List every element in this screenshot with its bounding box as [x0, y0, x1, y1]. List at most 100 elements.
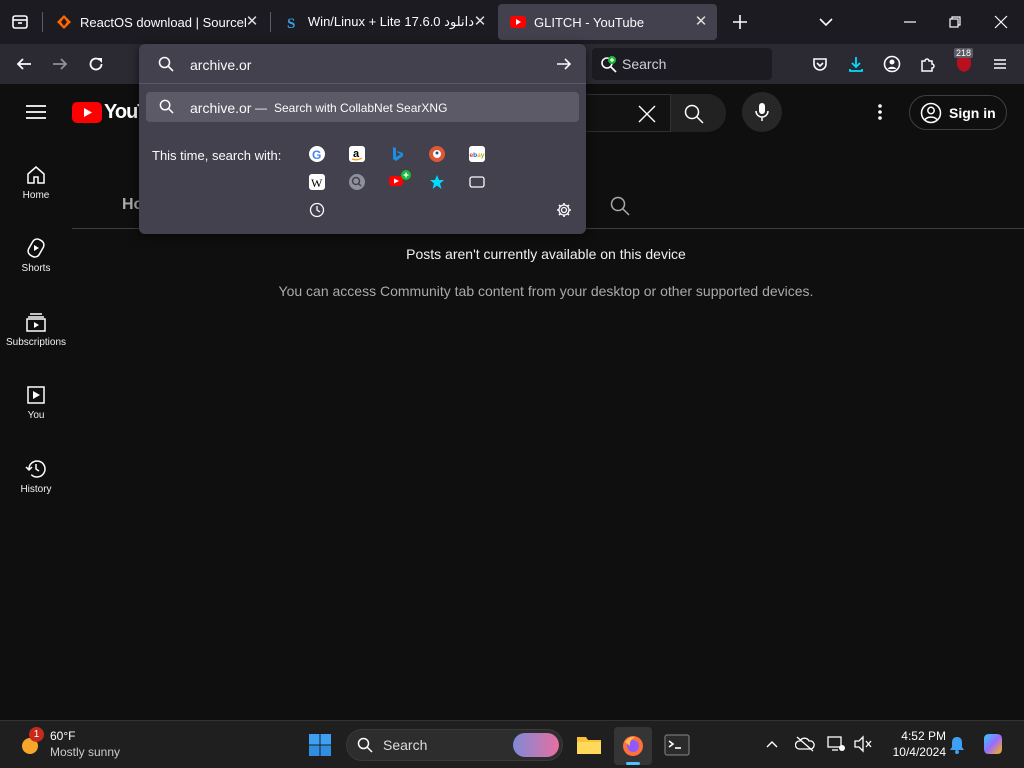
voice-search-button[interactable]: [742, 92, 782, 132]
clock-time[interactable]: 4:52 PM: [878, 729, 946, 743]
youtube-add-icon[interactable]: [389, 170, 411, 190]
search-icon: [158, 56, 174, 72]
chevron-down-icon[interactable]: [816, 12, 836, 32]
sidebar-item-history[interactable]: History: [0, 458, 72, 532]
downloads-icon[interactable]: [844, 52, 868, 76]
taskbar-search-label: Search: [383, 737, 428, 753]
copilot-icon[interactable]: [980, 731, 1006, 757]
google-icon[interactable]: G: [309, 146, 325, 162]
channel-search-icon[interactable]: [610, 196, 630, 216]
history-icon[interactable]: [309, 202, 325, 218]
search-icon: [159, 99, 174, 114]
tab-youtube[interactable]: GLITCH - YouTube ✕: [498, 4, 717, 40]
sidebar-item-home[interactable]: Home: [0, 164, 72, 238]
weather-sun-icon[interactable]: 1: [18, 727, 44, 757]
new-tab-icon[interactable]: [730, 12, 750, 32]
sidebar-label: History: [20, 484, 52, 495]
amazon-icon[interactable]: a: [349, 146, 365, 162]
firefox-taskbar-icon[interactable]: [614, 727, 652, 765]
suggestion-dash: —: [255, 101, 267, 115]
hamburger-menu-icon[interactable]: [26, 104, 46, 120]
sign-in-button[interactable]: Sign in: [909, 95, 1007, 130]
wikipedia-icon[interactable]: W: [309, 174, 325, 190]
show-hidden-icons-chevron-up-icon[interactable]: [765, 737, 779, 751]
weather-temp: 60°F: [50, 729, 76, 743]
message-body: You can access Community tab content fro…: [278, 283, 814, 299]
notification-bell-icon[interactable]: [948, 735, 966, 755]
taskbar-search[interactable]: Search: [346, 729, 563, 761]
search-icon[interactable]: [684, 104, 704, 124]
suggestion-action: Search with CollabNet SearXNG: [274, 101, 448, 115]
sign-in-label: Sign in: [949, 105, 996, 121]
windows-start-icon[interactable]: [308, 733, 332, 757]
minimize-icon[interactable]: [900, 12, 920, 32]
svg-text:a: a: [353, 148, 360, 160]
url-input[interactable]: archive.or: [190, 57, 251, 73]
tab-title: ReactOS download | SourceForge: [80, 14, 246, 30]
svg-text:S: S: [287, 16, 295, 30]
taskbar: 1 60°F Mostly sunny Search 4:52 PM 10/4/…: [0, 720, 1024, 768]
search-suggestion-row[interactable]: archive.or — Search with CollabNet SearX…: [146, 92, 579, 122]
search-placeholder: Search: [622, 56, 667, 72]
tab-sourceforge[interactable]: ReactOS download | SourceForge ✕: [44, 4, 268, 40]
tab-download[interactable]: S دانلود 17.6.0 Win/Linux + Lite ✕: [272, 4, 496, 40]
search-engine-icon: [600, 56, 618, 74]
close-window-icon[interactable]: [991, 12, 1011, 32]
weather-badge: 1: [29, 727, 44, 742]
sidebar-item-subscriptions[interactable]: Subscriptions: [0, 311, 72, 385]
bookmarks-icon[interactable]: [429, 174, 445, 190]
duckduckgo-icon[interactable]: [429, 146, 445, 162]
suggestion-query: archive.or: [190, 100, 252, 116]
sidebar-label: Home: [22, 190, 50, 201]
clear-search-icon[interactable]: [638, 105, 656, 123]
file-explorer-icon[interactable]: [576, 733, 602, 757]
url-dropdown: archive.or archive.or — Search with Coll…: [139, 44, 586, 234]
display-icon[interactable]: [826, 735, 846, 753]
terminal-icon[interactable]: [664, 733, 690, 757]
tab-list-icon[interactable]: [10, 12, 30, 32]
weather-desc: Mostly sunny: [50, 745, 121, 759]
message-title: Posts aren't currently available on this…: [406, 246, 686, 262]
forward-icon[interactable]: [48, 52, 72, 76]
reload-icon[interactable]: [84, 52, 108, 76]
pocket-icon[interactable]: [808, 52, 832, 76]
search-settings-gear-icon[interactable]: [556, 202, 572, 218]
tabs-icon[interactable]: [469, 174, 485, 190]
sidebar-label: You: [27, 410, 45, 421]
sidebar-item-you[interactable]: You: [0, 384, 72, 458]
sourceforge-icon: [56, 14, 72, 30]
network-volume-icon[interactable]: [853, 735, 873, 753]
subscriptions-icon: [25, 311, 47, 333]
url-bar[interactable]: archive.or: [139, 44, 586, 84]
search-icon: [357, 737, 373, 753]
microphone-icon: [754, 102, 770, 122]
youtube-logo-icon[interactable]: [72, 102, 102, 123]
menu-icon[interactable]: [988, 52, 1012, 76]
ublock-icon[interactable]: 218: [952, 48, 976, 76]
sidebar-item-shorts[interactable]: Shorts: [0, 237, 72, 311]
clock-date[interactable]: 10/4/2024: [878, 745, 946, 759]
youtube-search-box[interactable]: [586, 94, 726, 132]
search-box[interactable]: Search: [592, 48, 772, 80]
close-tab-icon[interactable]: ✕: [693, 14, 709, 30]
ebay-icon[interactable]: ebay: [469, 146, 485, 162]
home-icon: [25, 164, 47, 186]
close-tab-icon[interactable]: ✕: [472, 14, 488, 30]
bing-icon[interactable]: [389, 146, 405, 162]
extensions-icon[interactable]: [916, 52, 940, 76]
account-icon[interactable]: [880, 52, 904, 76]
sidebar-label: Subscriptions: [5, 337, 67, 348]
you-icon: [25, 384, 47, 406]
back-icon[interactable]: [12, 52, 36, 76]
tab-title: دانلود 17.6.0 Win/Linux + Lite: [308, 14, 474, 29]
more-options-icon[interactable]: [872, 102, 888, 122]
sidebar-label: Shorts: [21, 263, 51, 274]
close-tab-icon[interactable]: ✕: [244, 14, 260, 30]
engines-label: This time, search with:: [152, 148, 282, 163]
searx-icon[interactable]: [349, 174, 365, 190]
onedrive-offline-icon[interactable]: [795, 735, 815, 753]
history-icon: [25, 458, 47, 480]
go-arrow-icon[interactable]: [556, 56, 572, 72]
restore-icon[interactable]: [945, 12, 965, 32]
svg-text:W: W: [311, 176, 323, 190]
